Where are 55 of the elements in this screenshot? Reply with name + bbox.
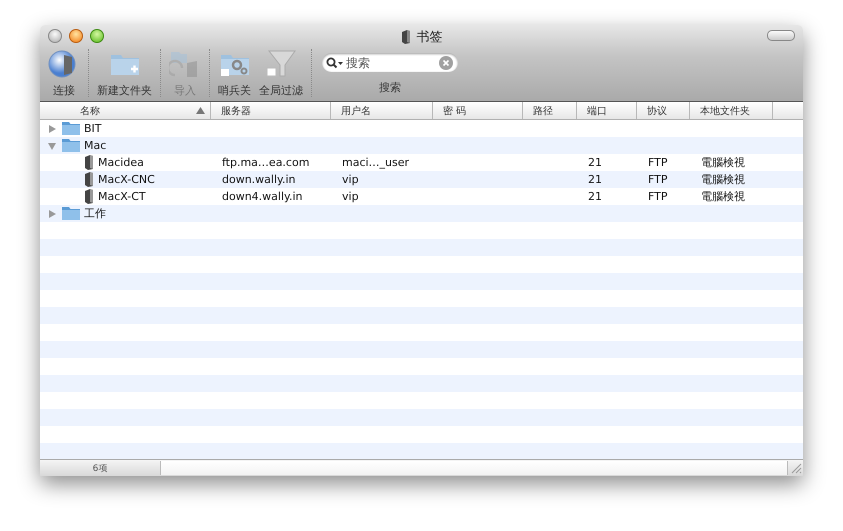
column-header[interactable]: 名称 <box>40 102 211 119</box>
protocol-cell: FTP <box>648 156 668 169</box>
protocol-cell: FTP <box>648 190 668 203</box>
item-name[interactable]: BIT <box>84 122 102 135</box>
local-folder-cell: 電腦検視 <box>701 172 745 187</box>
window-title: 书签 <box>416 29 442 46</box>
clear-icon[interactable] <box>439 56 453 70</box>
toolbar-button[interactable]: 连接 <box>46 47 82 98</box>
folder-icon <box>62 207 80 220</box>
local-folder-cell: 電腦検視 <box>701 155 745 170</box>
column-header[interactable]: 服务器 <box>211 102 331 119</box>
port-cell: 21 <box>588 190 602 203</box>
item-name[interactable]: Macidea <box>98 156 144 169</box>
server-cell: ftp.ma…ea.com <box>222 156 310 169</box>
book-icon <box>84 189 94 204</box>
item-name[interactable]: MacX-CT <box>98 190 146 203</box>
port-cell: 21 <box>588 156 602 169</box>
protocol-cell: FTP <box>648 173 668 186</box>
toolbar-button[interactable]: 全局过滤 <box>257 47 305 98</box>
item-name[interactable]: MacX-CNC <box>98 173 155 186</box>
column-header[interactable]: 端口 <box>577 102 637 119</box>
toolbar-button[interactable]: 新建文件夹 <box>95 47 154 98</box>
local-folder-cell: 電腦検視 <box>701 189 745 204</box>
username-cell: vip <box>342 190 359 203</box>
column-header[interactable]: 密 码 <box>433 102 523 119</box>
toolbar-toggle-button[interactable] <box>767 30 795 41</box>
folder-icon <box>62 139 80 152</box>
disclosure-triangle-icon[interactable] <box>48 142 56 150</box>
resize-grip-icon[interactable] <box>790 462 802 474</box>
column-header[interactable]: 用户名 <box>331 102 433 119</box>
disclosure-triangle-icon[interactable] <box>48 124 56 132</box>
disclosure-triangle-icon[interactable] <box>48 210 56 218</box>
column-header[interactable]: 路径 <box>523 102 577 119</box>
item-name[interactable]: 工作 <box>84 206 106 221</box>
funnel-icon <box>265 49 297 79</box>
username-cell: vip <box>342 173 359 186</box>
book-icon <box>84 155 94 170</box>
search-icon <box>326 57 344 69</box>
toolbar-button[interactable]: 哨兵关 <box>216 47 253 98</box>
item-name[interactable]: Mac <box>84 139 106 152</box>
port-cell: 21 <box>588 173 602 186</box>
column-header[interactable]: 协议 <box>637 102 690 119</box>
server-cell: down.wally.in <box>222 173 296 186</box>
zoom-button[interactable] <box>90 29 104 43</box>
server-cell: down4.wally.in <box>222 190 302 203</box>
column-header[interactable]: 本地文件夹 <box>690 102 773 119</box>
minimize-button[interactable] <box>69 29 83 43</box>
search-label: 搜索 <box>379 80 401 95</box>
item-count: 6项 <box>92 462 108 474</box>
book-icon <box>84 172 94 187</box>
folder-icon <box>62 122 80 135</box>
close-button[interactable] <box>48 29 62 43</box>
book-icon <box>400 30 410 44</box>
search-field[interactable]: 搜索 <box>322 53 458 72</box>
username-cell: maci…_user <box>342 156 410 169</box>
